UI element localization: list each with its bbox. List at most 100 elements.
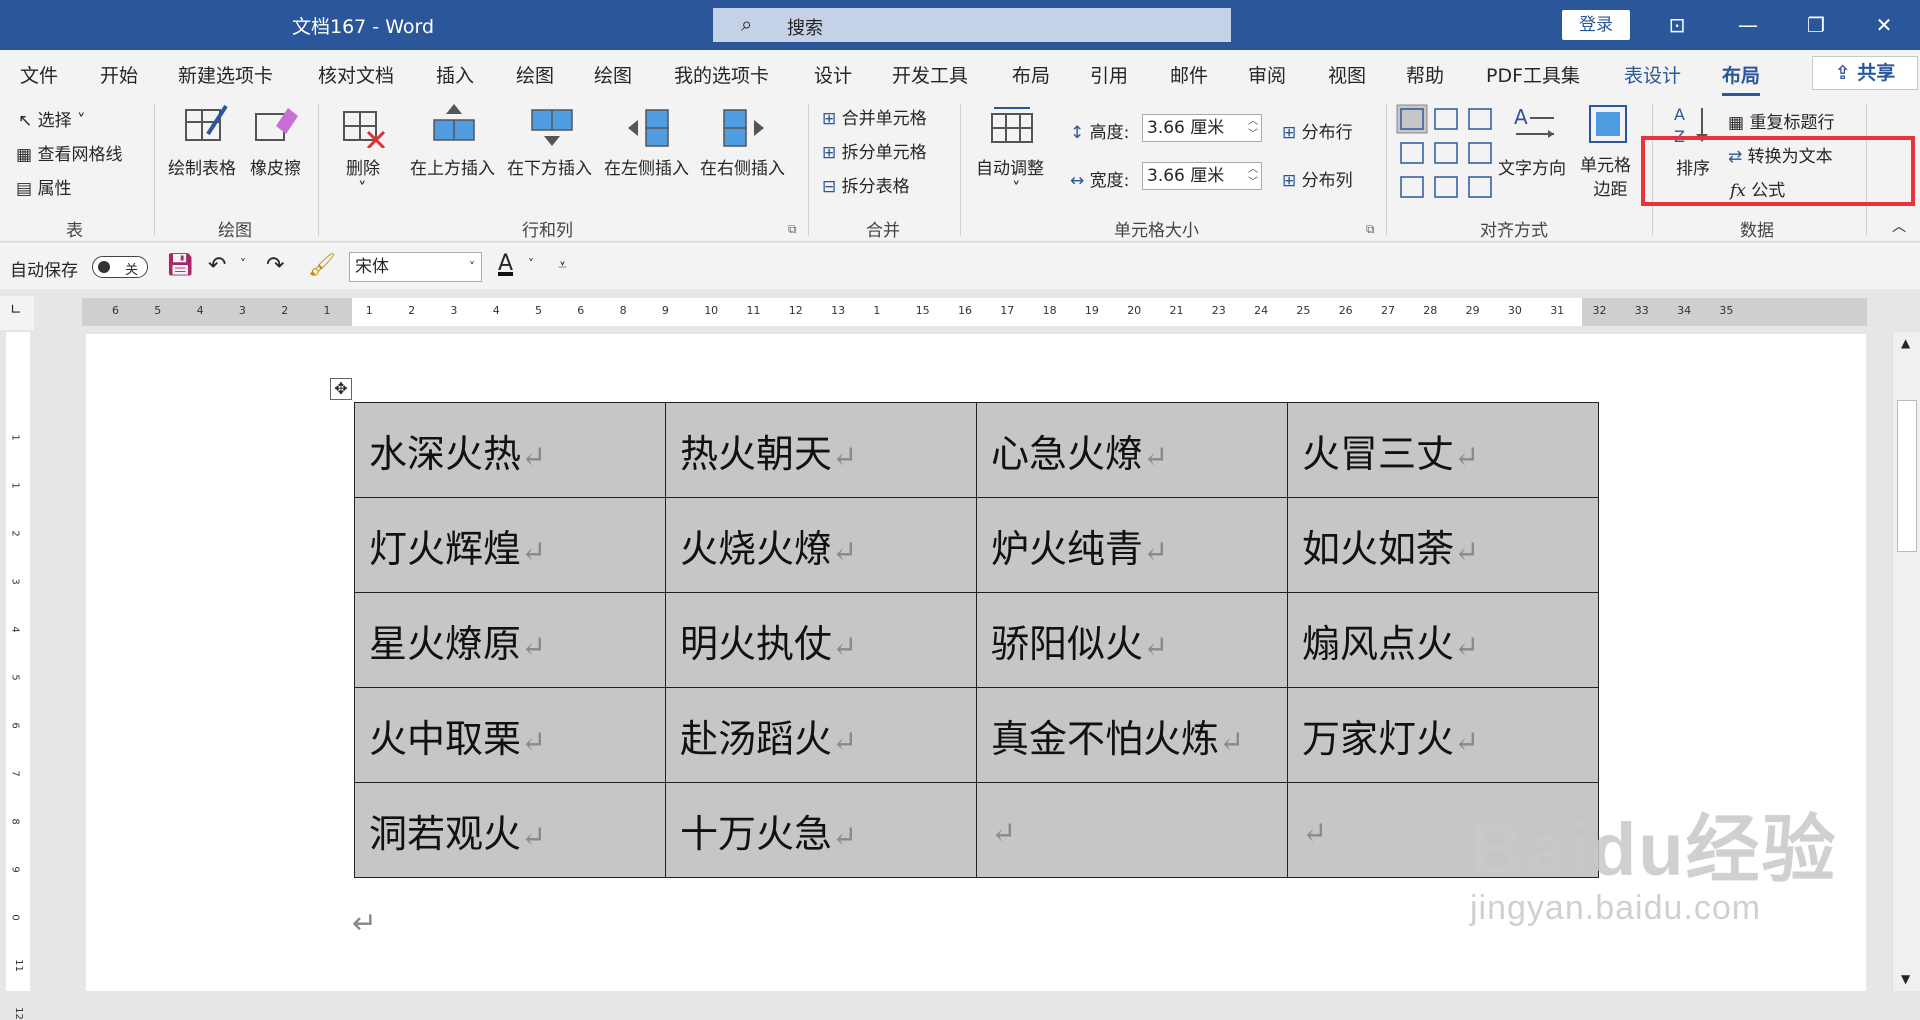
- tab-selector-icon[interactable]: ∟: [0, 296, 34, 330]
- table-cell[interactable]: 火烧火燎↵: [665, 497, 977, 593]
- table-cell[interactable]: 炉火纯青↵: [976, 497, 1288, 593]
- table-cell[interactable]: ↵: [976, 782, 1288, 878]
- tab-pdf[interactable]: PDF工具集: [1486, 61, 1580, 88]
- split-cells-button[interactable]: ⊞ 拆分单元格: [822, 138, 927, 163]
- tab-new[interactable]: 新建选项卡: [178, 61, 273, 88]
- col-width-icon: ↔: [1070, 171, 1090, 191]
- save-icon[interactable]: 💾︎: [166, 253, 194, 278]
- table-cell[interactable]: 热火朝天↵: [665, 402, 977, 498]
- table-cell[interactable]: 水深火热↵: [354, 402, 666, 498]
- watermark: Baidu经验 jingyan.baidu.com: [1470, 790, 1838, 928]
- table-move-handle-icon[interactable]: ✥: [330, 378, 352, 400]
- tab-references[interactable]: 引用: [1090, 61, 1128, 88]
- table-cell[interactable]: 赴汤蹈火↵: [665, 687, 977, 783]
- redo-icon[interactable]: ↷: [266, 253, 284, 278]
- tab-table-design[interactable]: 表设计: [1624, 61, 1681, 88]
- word-table[interactable]: 水深火热↵ 热火朝天↵ 心急火燎↵ 火冒三丈↵ 灯火辉煌↵ 火烧火燎↵ 炉火纯青↵ 如火如荼↵…: [354, 402, 1599, 878]
- ribbon-display-icon[interactable]: ⊡: [1657, 8, 1697, 42]
- tab-draw-1[interactable]: 绘图: [516, 61, 554, 88]
- format-painter-icon[interactable]: 🖌︎: [308, 253, 336, 278]
- draw-table-button[interactable]: 绘制表格: [168, 154, 236, 179]
- table-cell[interactable]: 星火燎原↵: [354, 592, 666, 688]
- tab-draw-2[interactable]: 绘图: [594, 61, 632, 88]
- height-input[interactable]: 3.66 厘米 ︿ ﹀: [1142, 114, 1262, 142]
- insert-left-button[interactable]: 在左侧插入: [604, 154, 689, 179]
- table-cell[interactable]: 骄阳似火↵: [976, 592, 1288, 688]
- tab-my[interactable]: 我的选项卡: [674, 61, 769, 88]
- autosave-toggle[interactable]: 关: [92, 256, 148, 278]
- gridlines-button[interactable]: ▦ 查看网格线: [16, 140, 122, 165]
- group-label-merge: 合并: [866, 221, 900, 241]
- ruler-tick: 15: [915, 304, 930, 317]
- scroll-down-icon[interactable]: ▼: [1901, 972, 1910, 986]
- eraser-button[interactable]: 橡皮擦: [250, 154, 301, 179]
- insert-below-button[interactable]: 在下方插入: [507, 154, 592, 179]
- undo-icon[interactable]: ↶: [208, 253, 226, 278]
- ruler-tick: 1: [9, 434, 21, 441]
- alignment-grid-icon[interactable]: [1396, 104, 1500, 202]
- font-selector[interactable]: 宋体 ˅: [349, 252, 482, 282]
- properties-button[interactable]: ▤ 属性: [16, 174, 71, 199]
- table-cell[interactable]: 如火如荼↵: [1287, 497, 1599, 593]
- insert-right-button[interactable]: 在右侧插入: [700, 154, 785, 179]
- table-cell[interactable]: 火中取栗↵: [354, 687, 666, 783]
- table-cell[interactable]: 洞若观火↵: [354, 782, 666, 878]
- text-direction-button[interactable]: 文字方向: [1498, 154, 1566, 179]
- insert-above-button[interactable]: 在上方插入: [410, 154, 495, 179]
- autofit-button[interactable]: 自动调整 ˅: [976, 154, 1044, 199]
- cell-text: 心急火燎: [991, 431, 1144, 476]
- dialog-launcher-icon[interactable]: ⧉: [1366, 222, 1375, 237]
- tab-layout[interactable]: 布局: [1012, 61, 1050, 88]
- table-cell[interactable]: 火冒三丈↵: [1287, 402, 1599, 498]
- table-cell[interactable]: 十万火急↵: [665, 782, 977, 878]
- repeat-header-button[interactable]: ▦ 重复标题行: [1728, 108, 1834, 133]
- split-table-button[interactable]: ⊟ 拆分表格: [822, 172, 910, 197]
- login-button[interactable]: 登录: [1562, 10, 1630, 40]
- minimize-icon[interactable]: —: [1728, 8, 1768, 42]
- table-cell[interactable]: 真金不怕火炼↵: [976, 687, 1288, 783]
- table-cell[interactable]: 灯火辉煌↵: [354, 497, 666, 593]
- table-cell[interactable]: 明火执仗↵: [665, 592, 977, 688]
- paragraph-mark: ↵: [832, 439, 858, 475]
- undo-dropdown-icon[interactable]: ˅: [240, 257, 246, 271]
- distribute-cols-button[interactable]: ⊞ 分布列: [1282, 166, 1353, 191]
- distribute-rows-button[interactable]: ⊞ 分布行: [1282, 118, 1353, 143]
- tab-view[interactable]: 视图: [1328, 61, 1366, 88]
- dialog-launcher-icon[interactable]: ⧉: [788, 222, 797, 237]
- tab-mailings[interactable]: 邮件: [1170, 61, 1208, 88]
- table-cell[interactable]: 心急火燎↵: [976, 402, 1288, 498]
- tab-home[interactable]: 开始: [100, 61, 138, 88]
- tab-developer[interactable]: 开发工具: [892, 61, 968, 88]
- tab-table-layout[interactable]: 布局: [1722, 61, 1761, 96]
- tab-help[interactable]: 帮助: [1406, 61, 1444, 88]
- collapse-ribbon-icon[interactable]: ︿: [1892, 216, 1906, 236]
- merge-cells-button[interactable]: ⊞ 合并单元格: [822, 104, 927, 129]
- watermark-brand: Baidu经验: [1470, 808, 1838, 891]
- restore-icon[interactable]: ❐: [1796, 8, 1836, 42]
- table-cell[interactable]: 煽风点火↵: [1287, 592, 1599, 688]
- tab-design[interactable]: 设计: [814, 61, 852, 88]
- delete-button[interactable]: 删除 ˅: [346, 154, 380, 199]
- customize-qat-icon[interactable]: ⩡: [558, 255, 567, 275]
- vertical-scrollbar[interactable]: ▲ ▼: [1892, 332, 1920, 991]
- spin-arrows-icon[interactable]: ︿ ﹀: [1248, 115, 1258, 141]
- table-cell[interactable]: 万家灯火↵: [1287, 687, 1599, 783]
- ruler-tick: 25: [1296, 304, 1311, 317]
- vertical-ruler[interactable]: 1 1 2 3 4 5 6 7 8 9 0 11 12: [6, 332, 30, 1020]
- font-color-icon[interactable]: A: [498, 251, 513, 276]
- scrollbar-thumb[interactable]: [1897, 400, 1917, 552]
- horizontal-ruler[interactable]: 6 5 4 3 2 1 1 2 3 4 5 6 8 9 10 11 12 13 1 15 16 17 18 19 20 21 23 2…: [82, 298, 1867, 326]
- scroll-up-icon[interactable]: ▲: [1901, 336, 1910, 350]
- tab-review[interactable]: 审阅: [1248, 61, 1286, 88]
- close-icon[interactable]: ✕: [1864, 8, 1904, 42]
- select-button[interactable]: ↖ 选择 ˅: [18, 106, 86, 131]
- share-button[interactable]: ⇪ 共享: [1812, 56, 1918, 90]
- font-color-dropdown-icon[interactable]: ˅: [528, 257, 534, 271]
- spin-arrows-icon[interactable]: ︿ ﹀: [1248, 163, 1258, 189]
- search-box[interactable]: ⌕ 搜索: [713, 8, 1231, 42]
- tab-insert[interactable]: 插入: [436, 61, 474, 88]
- width-input[interactable]: 3.66 厘米 ︿ ﹀: [1142, 162, 1262, 190]
- cell-margins-button[interactable]: 单元格 边距: [1580, 154, 1631, 202]
- tab-file[interactable]: 文件: [20, 61, 58, 88]
- tab-review-doc[interactable]: 核对文档: [318, 61, 394, 88]
